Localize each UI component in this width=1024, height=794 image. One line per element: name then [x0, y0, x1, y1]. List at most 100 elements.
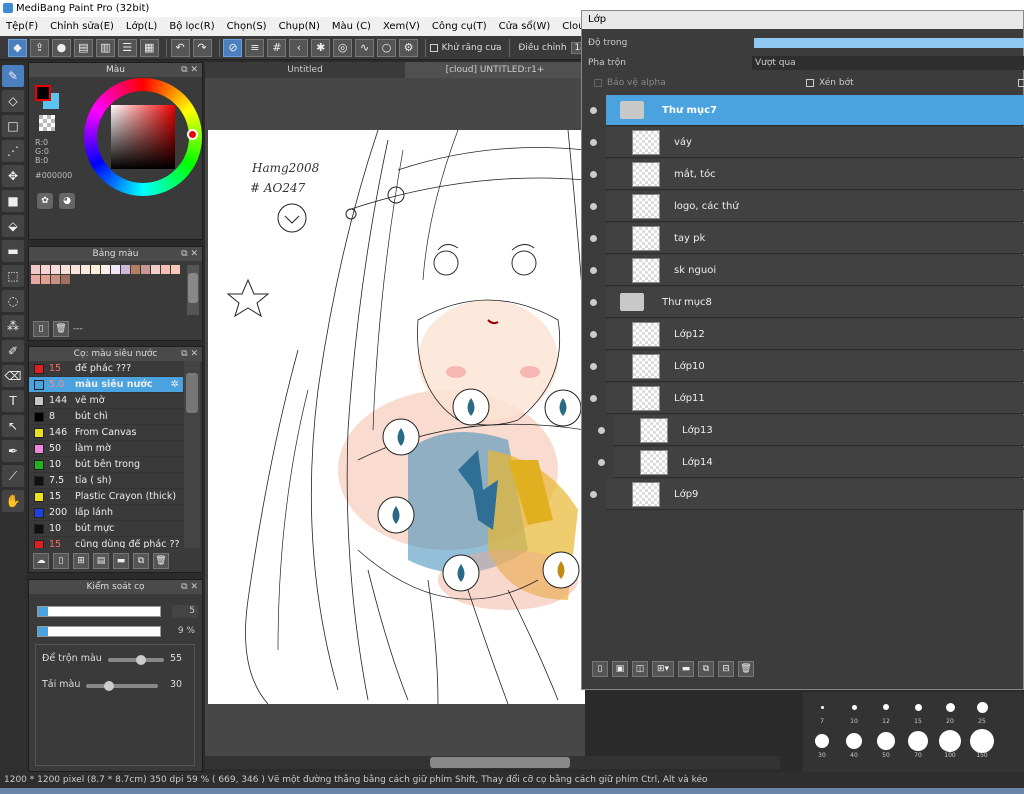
brush-item[interactable]: 5.0 màu siêu nước ✲ — [29, 377, 183, 393]
brush-item[interactable]: 10 bút mực — [29, 521, 183, 537]
brush-size-preset[interactable]: 100 — [935, 730, 965, 759]
opacity-slider[interactable] — [754, 38, 1024, 48]
palette-swatch[interactable] — [31, 275, 40, 284]
bucket-tool-icon[interactable]: ⬙ — [2, 215, 24, 237]
brush-item[interactable]: 10 bút bên trong — [29, 457, 183, 473]
visibility-eye-icon[interactable] — [590, 267, 597, 274]
curve-snap-icon[interactable]: ∿ — [355, 38, 375, 57]
new-folder-icon[interactable]: ▬ — [678, 661, 694, 677]
menu-item[interactable]: Tệp(F) — [0, 21, 44, 32]
brush-size-preset[interactable]: 7 — [807, 696, 837, 725]
gradient-tool-icon[interactable]: ▬ — [2, 240, 24, 262]
ellipse-snap-icon[interactable]: ○ — [377, 38, 397, 57]
palette-swatch[interactable] — [41, 275, 50, 284]
drawing-canvas[interactable]: Hamg2008 # AO247 — [208, 130, 585, 704]
brush-item[interactable]: 15 để phác ??? — [29, 361, 183, 377]
saturation-value-square[interactable] — [111, 105, 175, 169]
hue-knob[interactable] — [187, 129, 198, 140]
redo-icon[interactable]: ↷ — [192, 38, 212, 57]
brush-item[interactable]: 7.5 tỉa ( sh) — [29, 473, 183, 489]
visibility-eye-icon[interactable] — [590, 107, 597, 114]
panel-popout-close-icon[interactable]: ⧉ ✕ — [181, 580, 198, 594]
brush-size-value[interactable]: 5 — [172, 605, 198, 618]
magic-wand-tool-icon[interactable]: ⁂ — [2, 315, 24, 337]
menu-item[interactable]: Xem(V) — [377, 21, 426, 32]
duplicate-layer-icon[interactable]: ⧉ — [698, 661, 714, 677]
palette-swatch[interactable] — [61, 275, 70, 284]
brush-item[interactable]: 146 From Canvas — [29, 425, 183, 441]
antialias-checkbox[interactable] — [429, 43, 438, 52]
visibility-eye-icon[interactable] — [590, 235, 597, 242]
radial-snap-icon[interactable]: ✱ — [311, 38, 331, 57]
panel-popout-close-icon[interactable]: ⧉ ✕ — [181, 63, 198, 77]
delete-palette-icon[interactable]: 🗑 — [53, 321, 69, 337]
brush-opacity-value[interactable]: 9 % — [172, 625, 198, 638]
brush-item[interactable]: 8 bút chì — [29, 409, 183, 425]
document-icon[interactable]: ▥ — [95, 38, 115, 57]
new-layer-icon[interactable]: ▯ — [592, 661, 608, 677]
brush-settings-gear-icon[interactable]: ✲ — [171, 379, 179, 390]
brush-item[interactable]: 50 làm mờ — [29, 441, 183, 457]
new-palette-icon[interactable]: ▯ — [33, 321, 49, 337]
eyedropper-tool-icon[interactable]: ✒ — [2, 440, 24, 462]
horizontal-scroll-thumb[interactable] — [430, 757, 570, 768]
brush-scrollbar[interactable] — [184, 361, 200, 548]
brush-item[interactable]: 15 cũng dùng để phác ?? — [29, 537, 183, 548]
layer-row[interactable]: Lớp13 — [598, 415, 1024, 446]
brush-item[interactable]: 15 Plastic Crayon (thick) — [29, 489, 183, 505]
canvas-area[interactable]: Hamg2008 # AO247 — [205, 78, 585, 758]
settings-icon[interactable]: ⚙ — [399, 38, 419, 57]
color-mode-icon[interactable]: ✿ — [37, 193, 53, 209]
menu-item[interactable]: Công cụ(T) — [426, 21, 493, 32]
blend-mode-select[interactable]: Vượt qua — [752, 56, 1024, 70]
protect-alpha-checkbox[interactable] — [594, 79, 602, 87]
add-brush-icon[interactable]: ⊞ — [73, 553, 89, 569]
brush-size-preset[interactable]: 150 — [967, 729, 997, 759]
eraser-tool-icon[interactable]: ◇ — [2, 90, 24, 112]
brush-size-preset[interactable]: 10 — [839, 696, 869, 725]
brush-size-preset[interactable]: 20 — [935, 696, 965, 725]
brush-size-preset[interactable]: 30 — [807, 730, 837, 759]
menu-item[interactable]: Màu (C) — [326, 21, 377, 32]
palette-swatch[interactable] — [51, 265, 60, 274]
cross-snap-icon[interactable]: # — [267, 38, 287, 57]
palette-swatch[interactable] — [91, 265, 100, 274]
select-eraser-tool-icon[interactable]: ⌫ — [2, 365, 24, 387]
shape-tool-icon[interactable]: □ — [2, 115, 24, 137]
divide-tool-icon[interactable]: ⟋ — [2, 465, 24, 487]
brush-scroll-thumb[interactable] — [186, 373, 198, 413]
layer-row[interactable]: Lớp12 — [590, 319, 1024, 350]
new-brush-icon[interactable]: ▯ — [53, 553, 69, 569]
merge-layer-icon[interactable]: ⊟ — [718, 661, 734, 677]
operation-tool-icon[interactable]: ↖ — [2, 415, 24, 437]
palette-swatch[interactable] — [121, 265, 130, 274]
dot-brush-tool-icon[interactable]: ⋰ — [2, 140, 24, 162]
brush-size-slider[interactable] — [37, 606, 161, 617]
horizontal-scrollbar[interactable] — [205, 756, 780, 769]
lasso-tool-icon[interactable]: ◌ — [2, 290, 24, 312]
palette-swatch[interactable] — [171, 265, 180, 274]
brush-size-preset[interactable]: 15 — [903, 696, 933, 725]
tab-untitled[interactable]: Untitled — [205, 62, 405, 78]
panel-popout-close-icon[interactable]: ⧉ ✕ — [181, 347, 198, 361]
visibility-eye-icon[interactable] — [590, 363, 597, 370]
mix-slider[interactable] — [108, 655, 164, 665]
delete-brush-icon[interactable]: 🗑 — [153, 553, 169, 569]
layer-row[interactable]: sk nguoi — [590, 255, 1024, 286]
palette-swatch[interactable] — [81, 265, 90, 274]
export-icon[interactable]: ⇪ — [29, 38, 49, 57]
move-tool-icon[interactable]: ✥ — [2, 165, 24, 187]
visibility-eye-icon[interactable] — [590, 139, 597, 146]
mix-slider-thumb[interactable] — [136, 655, 146, 665]
menu-item[interactable]: Cửa sổ(W) — [493, 21, 557, 32]
layer-row[interactable]: Lớp10 — [590, 351, 1024, 382]
undo-icon[interactable]: ↶ — [170, 38, 190, 57]
visibility-eye-icon[interactable] — [598, 427, 605, 434]
menu-item[interactable]: Chỉnh sửa(E) — [44, 21, 120, 32]
palette-swatch[interactable] — [71, 265, 80, 274]
layer-row[interactable]: tay pk — [590, 223, 1024, 254]
lock-checkbox[interactable] — [1018, 79, 1024, 87]
list-icon[interactable]: ☰ — [117, 38, 137, 57]
hand-tool-icon[interactable]: ✋ — [2, 490, 24, 512]
menu-item[interactable]: Chụp(N) — [273, 21, 326, 32]
